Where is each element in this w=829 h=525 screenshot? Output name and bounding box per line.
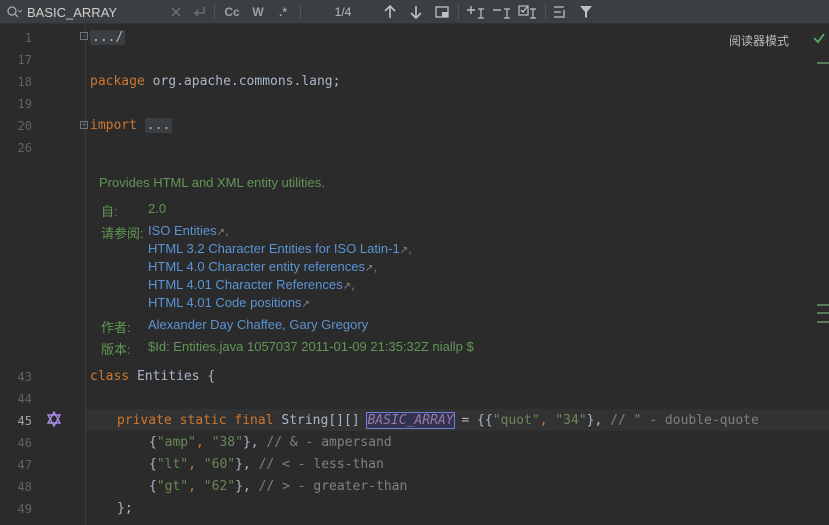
line-number: 17 — [17, 53, 32, 67]
code-line-48[interactable]: {"gt", "62"}, // > - greater-than — [149, 479, 407, 494]
search-match-highlight: BASIC_ARRAY — [366, 412, 455, 429]
doc-see-link[interactable]: HTML 3.2 Character Entities for ISO Lati… — [148, 241, 412, 256]
doc-since-label: 自: — [101, 204, 118, 219]
reader-mode-button[interactable]: 阅读器模式 — [729, 32, 789, 49]
doc-author-label: 作者: — [101, 320, 131, 335]
doc-see-link[interactable]: HTML 4.01 Code positions↗ — [148, 295, 310, 310]
line-number: 48 — [17, 480, 32, 494]
filter-search-results-icon[interactable] — [550, 0, 570, 24]
line-number: 49 — [17, 502, 32, 516]
add-occurrence-icon[interactable] — [464, 0, 488, 24]
line-number: 47 — [17, 458, 32, 472]
next-occurrence-icon[interactable] — [406, 0, 426, 24]
previous-occurrence-icon[interactable] — [380, 0, 400, 24]
regex-button[interactable]: .* — [272, 0, 294, 24]
divider — [300, 4, 301, 20]
code-line-45[interactable]: private static final String[][] BASIC_AR… — [117, 412, 759, 429]
select-all-checkbox-icon[interactable] — [516, 0, 540, 24]
words-button[interactable]: W — [248, 0, 268, 24]
filter-icon[interactable] — [576, 0, 596, 24]
external-link-icon: ↗ — [301, 299, 310, 310]
external-link-icon: ↗ — [342, 281, 351, 292]
no-problems-check-icon[interactable] — [812, 30, 826, 44]
doc-version-label: 版本: — [101, 342, 131, 357]
code-line-46[interactable]: {"amp", "38"}, // & - ampersand — [149, 435, 392, 450]
line-number: 19 — [17, 97, 32, 111]
divider — [458, 4, 459, 20]
package-name: org.apache.commons.lang; — [144, 74, 341, 89]
line-number: 26 — [17, 141, 32, 155]
keyword: import — [90, 118, 137, 133]
clear-search-icon[interactable] — [168, 0, 184, 24]
code-line-49[interactable]: }; — [117, 501, 133, 516]
line-number: 45 — [17, 414, 32, 428]
folded-imports[interactable]: ... — [144, 118, 173, 133]
select-all-occurrences-icon[interactable] — [432, 0, 452, 24]
doc-version-value: $Id: Entities.java 1057037 2011-01-09 21… — [148, 339, 474, 354]
class-name: Entities { — [129, 369, 216, 384]
doc-summary: Provides HTML and XML entity utilities. — [99, 175, 325, 190]
doc-see-link[interactable]: HTML 4.01 Character References↗, — [148, 277, 355, 292]
code-line-43[interactable]: class Entities { — [90, 369, 215, 384]
divider — [545, 4, 546, 20]
search-history-icon[interactable] — [4, 0, 24, 24]
doc-since-value: 2.0 — [148, 201, 167, 216]
line-number: 43 — [17, 370, 32, 384]
doc-see-label: 请参阅: — [101, 226, 144, 241]
doc-see-link[interactable]: HTML 4.0 Character entity references↗, — [148, 259, 377, 274]
code-line-18[interactable]: package org.apache.commons.lang; — [90, 74, 340, 89]
code-line-20[interactable]: import ... — [90, 118, 173, 133]
external-link-icon: ↗ — [216, 227, 226, 238]
folded-comment[interactable]: .../ — [90, 30, 126, 45]
divider — [214, 4, 215, 20]
new-line-icon[interactable] — [190, 0, 208, 24]
line-number: 1 — [24, 31, 32, 45]
line-number: 20 — [17, 119, 32, 133]
implemented-icon[interactable] — [46, 410, 62, 428]
match-counter: 1/4 — [334, 5, 352, 19]
code-line-47[interactable]: {"lt", "60"}, // < - less-than — [149, 457, 384, 472]
remove-occurrence-icon[interactable] — [490, 0, 514, 24]
line-number: 44 — [17, 392, 32, 406]
doc-author-value: Alexander Day Chaffee, Gary Gregory — [148, 317, 369, 332]
line-number: 46 — [17, 436, 32, 450]
find-bar: Cc W .* 1/4 — [0, 0, 829, 24]
editor-gutter: 1 17 18 19 20 26 43 44 45 46 47 48 49 - … — [0, 25, 88, 525]
code-line-1[interactable]: .../ — [90, 30, 126, 45]
external-link-icon: ↗ — [399, 245, 409, 256]
match-case-button[interactable]: Cc — [220, 0, 244, 24]
search-input[interactable] — [27, 3, 162, 21]
doc-see-link[interactable]: ISO Entities↗, — [148, 223, 229, 238]
keyword: class — [90, 369, 130, 384]
line-number: 18 — [17, 75, 32, 89]
fold-toggle-icon[interactable]: - — [80, 32, 88, 40]
fold-toggle-icon[interactable]: + — [80, 121, 88, 129]
keyword: package — [90, 74, 145, 89]
